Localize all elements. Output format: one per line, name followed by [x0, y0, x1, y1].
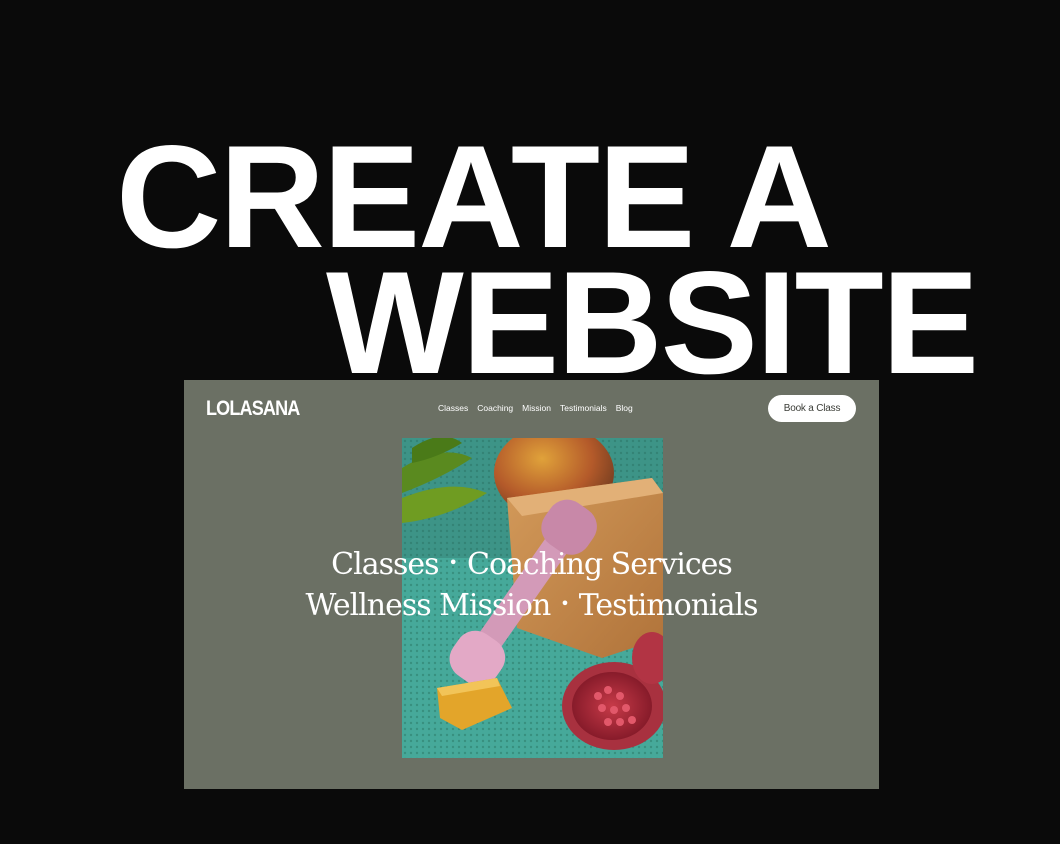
- hero-link-coaching-services[interactable]: Coaching Services: [467, 547, 733, 582]
- hero-headline-row-1: Classes • Coaching Services: [184, 550, 879, 580]
- nav-link-coaching[interactable]: Coaching: [477, 403, 513, 413]
- nav-link-testimonials[interactable]: Testimonials: [560, 403, 607, 413]
- hero-link-wellness-mission[interactable]: Wellness Mission: [305, 588, 551, 623]
- nav-link-mission[interactable]: Mission: [522, 403, 551, 413]
- site-nav: Classes Coaching Mission Testimonials Bl…: [438, 403, 633, 413]
- hero-headline-row-2: Wellness Mission • Testimonials: [184, 591, 879, 621]
- separator-dot: •: [448, 553, 458, 572]
- headline-line-2: WEBSITE: [326, 241, 979, 404]
- separator-dot: •: [560, 594, 569, 613]
- nav-link-classes[interactable]: Classes: [438, 403, 468, 413]
- nav-link-blog[interactable]: Blog: [616, 403, 633, 413]
- hero-link-classes[interactable]: Classes: [331, 547, 439, 582]
- promo-canvas: CREATE A WEBSITE LOLASANA Classes Coachi…: [0, 0, 1060, 844]
- website-preview: LOLASANA Classes Coaching Mission Testim…: [184, 380, 879, 789]
- site-logo[interactable]: LOLASANA: [206, 397, 300, 421]
- book-class-button[interactable]: Book a Class: [768, 395, 856, 422]
- hero-link-testimonials[interactable]: Testimonials: [579, 588, 759, 623]
